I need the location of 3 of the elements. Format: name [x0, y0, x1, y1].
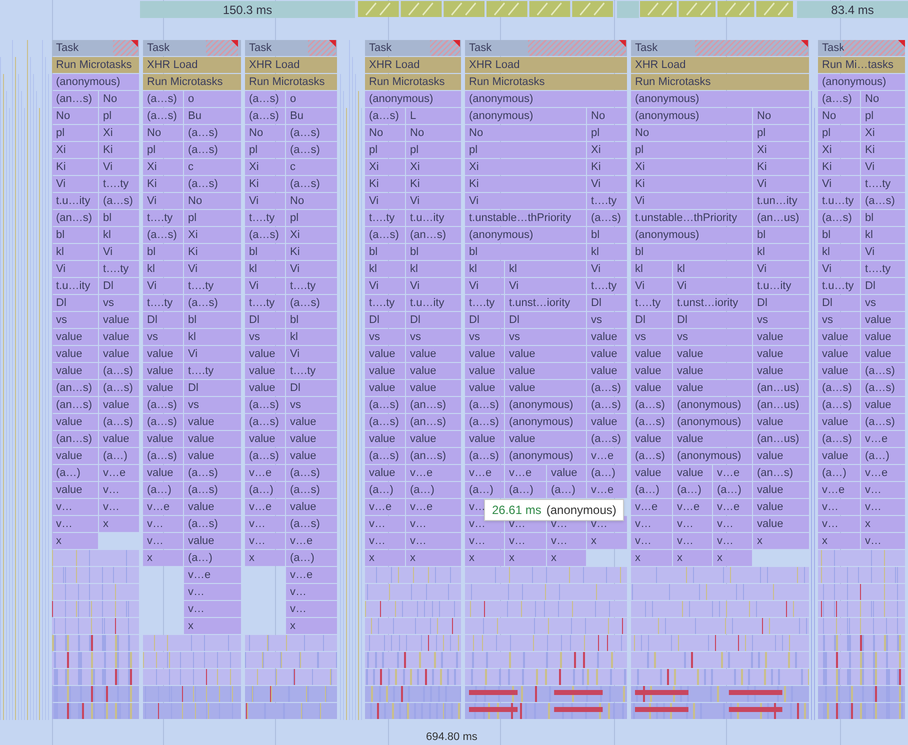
time-label: 694.80 ms — [426, 730, 478, 745]
tooltip-name: (anonymous) — [546, 502, 616, 519]
tooltip-duration: 26.61 ms — [492, 502, 542, 519]
